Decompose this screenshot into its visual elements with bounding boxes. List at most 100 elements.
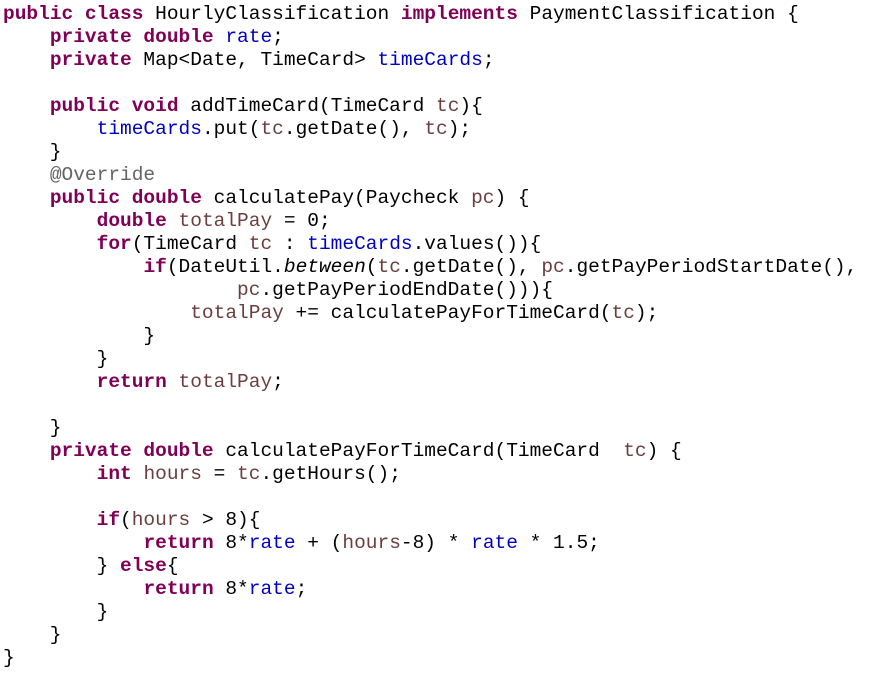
code-token-local: tc — [623, 440, 647, 462]
code-token-plain: } — [3, 417, 62, 439]
code-line: } — [3, 325, 883, 348]
code-token-keyword: if — [96, 509, 121, 531]
code-token-local: hours — [131, 509, 191, 531]
code-token-plain: Map<Date, TimeCard> — [131, 49, 378, 71]
code-token-plain: : — [272, 233, 308, 255]
code-line: if(DateUtil.between(tc.getDate(), pc.get… — [3, 256, 883, 279]
code-token-field: timeCards — [96, 118, 202, 140]
code-token-field: rate — [225, 26, 273, 48]
code-token-plain: 8* — [213, 532, 249, 554]
code-token-plain: ); — [447, 118, 472, 140]
code-token-keyword: implements — [400, 3, 518, 25]
code-token-local: totalPay — [190, 302, 284, 324]
code-line: public class HourlyClassification implem… — [3, 3, 883, 26]
code-token-local: hours — [342, 532, 401, 554]
code-line: private Map<Date, TimeCard> timeCards; — [3, 49, 883, 72]
code-token-plain: } — [3, 141, 62, 163]
code-token-plain: += calculatePayForTimeCard( — [283, 302, 612, 324]
code-line: double totalPay = 0; — [3, 210, 883, 233]
code-token-plain: ; — [295, 578, 308, 600]
code-token-plain: addTimeCard(TimeCard — [178, 95, 436, 117]
code-token-plain: { — [166, 555, 179, 577]
code-token-keyword: public void — [49, 95, 179, 117]
code-token-local: tc — [424, 118, 448, 140]
code-token-field: timeCards — [377, 49, 483, 71]
code-token-local: pc — [237, 279, 261, 301]
code-line: } — [3, 624, 883, 647]
code-token-local: hours — [143, 463, 202, 485]
code-token-keyword: return — [143, 578, 214, 600]
code-token-local: tc — [248, 233, 273, 255]
code-token-plain: } — [3, 647, 15, 669]
code-line: } — [3, 647, 883, 670]
code-token-field: rate — [471, 532, 518, 554]
code-token-plain: + ( — [295, 532, 343, 554]
code-token-plain: } — [3, 601, 109, 623]
code-token-plain: calculatePay(Paycheck — [201, 187, 472, 209]
code-line: @Override — [3, 164, 883, 187]
code-token-keyword: int — [96, 463, 132, 485]
code-token-plain: PaymentClassification { — [517, 3, 799, 25]
code-token-plain: ) { — [494, 187, 530, 209]
code-line: timeCards.put(tc.getDate(), tc); — [3, 118, 883, 141]
code-token-plain: = 0; — [272, 210, 331, 232]
code-token-plain: -8) * — [400, 532, 472, 554]
code-token-keyword: private — [49, 49, 132, 71]
code-token-plain: ; — [272, 26, 284, 48]
code-token-keyword: return — [96, 371, 167, 393]
code-token-plain: .getDate(), — [283, 118, 425, 140]
code-token-keyword: public class — [3, 3, 144, 25]
code-token-keyword: for — [96, 233, 132, 255]
code-token-plain: ( — [365, 256, 378, 278]
code-token-plain: ; — [272, 371, 284, 393]
code-editor[interactable]: public class HourlyClassification implem… — [3, 3, 883, 678]
code-token-keyword: if — [143, 256, 167, 278]
code-token-plain: ; — [482, 49, 495, 71]
code-token-local: tc — [260, 118, 284, 140]
code-token-plain: * 1.5; — [517, 532, 600, 554]
code-token-plain: } — [3, 624, 62, 646]
code-token-local: totalPay — [178, 371, 273, 393]
code-line: } — [3, 141, 883, 164]
code-line: public void addTimeCard(TimeCard tc){ — [3, 95, 883, 118]
code-line: int hours = tc.getHours(); — [3, 463, 883, 486]
code-token-plain: .getHours(); — [260, 463, 401, 485]
code-line: return totalPay; — [3, 371, 883, 394]
code-token-keyword: double — [96, 210, 167, 232]
code-line: private double calculatePayForTimeCard(T… — [3, 440, 883, 463]
code-token-plain: .getDate(), — [400, 256, 542, 278]
code-token-plain: } — [3, 325, 156, 347]
code-token-local: totalPay — [178, 210, 273, 232]
code-token-plain: ( — [120, 509, 132, 531]
code-token-plain: 8* — [213, 578, 249, 600]
code-token-plain: = — [201, 463, 238, 485]
code-line: } — [3, 601, 883, 624]
code-token-local: tc — [436, 95, 460, 117]
code-token-plain: > 8){ — [190, 509, 261, 531]
code-line: pc.getPayPeriodEndDate())){ — [3, 279, 883, 302]
code-token-local: tc — [377, 256, 401, 278]
code-token-plain: ); — [634, 302, 659, 324]
code-token-field: timeCards — [307, 233, 413, 255]
code-token-plain: calculatePayForTimeCard(TimeCard — [213, 440, 624, 462]
